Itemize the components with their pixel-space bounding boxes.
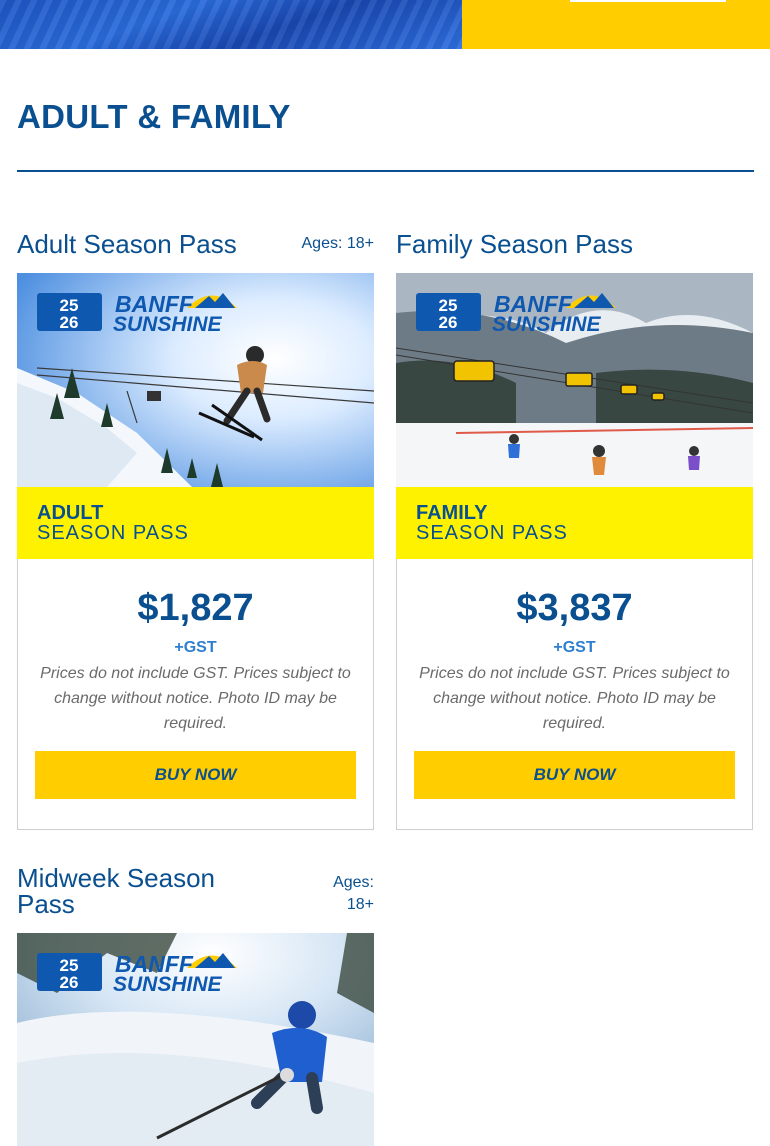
adult-pass-card: $1,827 +GST Prices do not include GST. P… xyxy=(17,559,374,830)
card-title-adult[interactable]: Adult Season Pass xyxy=(17,231,237,257)
adult-pass-image[interactable]: 25 26 BANFF SUNSHINE xyxy=(17,273,374,487)
banff-sunshine-logo: 25 26 BANFF SUNSHINE xyxy=(416,291,616,336)
price-disclaimer: Prices do not include GST. Prices subjec… xyxy=(40,665,351,732)
svg-text:26: 26 xyxy=(439,313,458,332)
banff-sunshine-logo: 25 26 BANFF SUNSHINE xyxy=(37,291,237,336)
card-title-midweek[interactable]: Midweek Season Pass xyxy=(17,865,277,917)
family-pass-image[interactable]: 25 26 BANFF SUNSHINE xyxy=(396,273,753,487)
svg-text:SUNSHINE: SUNSHINE xyxy=(492,313,602,336)
adult-pass-banner: ADULT SEASON PASS xyxy=(17,487,374,559)
ages-label-line1: Ages: xyxy=(333,874,374,891)
buy-now-button-adult[interactable]: BUY NOW xyxy=(35,751,356,799)
svg-text:26: 26 xyxy=(60,973,79,992)
midweek-pass-image[interactable]: 25 26 BANFF SUNSHINE xyxy=(17,933,374,1146)
banff-sunshine-logo: 25 26 BANFF SUNSHINE xyxy=(37,951,237,996)
card-title-family[interactable]: Family Season Pass xyxy=(396,231,633,257)
banner-pass-label: SEASON PASS xyxy=(37,522,189,544)
section-title: ADULT & FAMILY xyxy=(17,98,291,135)
buy-now-button-family[interactable]: BUY NOW xyxy=(414,751,735,799)
ages-label-line2: 18+ xyxy=(346,896,374,913)
price-disclaimer: Prices do not include GST. Prices subjec… xyxy=(419,665,730,732)
hero-image-strip xyxy=(0,0,462,49)
price-value: $3,837 xyxy=(516,587,633,629)
ages-label-adult: Ages: 18+ xyxy=(301,235,375,252)
hero-yellow-panel xyxy=(462,0,770,49)
svg-text:SUNSHINE: SUNSHINE xyxy=(113,313,223,336)
tax-label: +GST xyxy=(553,639,596,656)
price-value: $1,827 xyxy=(137,587,254,629)
tax-label: +GST xyxy=(174,639,217,656)
banner-pass-label: SEASON PASS xyxy=(416,522,568,544)
svg-text:SUNSHINE: SUNSHINE xyxy=(113,973,223,996)
family-pass-banner: FAMILY SEASON PASS xyxy=(396,487,753,559)
svg-text:26: 26 xyxy=(60,313,79,332)
ages-label-midweek: Ages: 18+ xyxy=(333,872,374,916)
section-divider xyxy=(17,170,754,172)
banner-type-label: ADULT xyxy=(37,502,104,524)
banner-type-label: FAMILY xyxy=(416,502,488,524)
hero-underline xyxy=(570,0,726,2)
family-pass-card: $3,837 +GST Prices do not include GST. P… xyxy=(396,559,753,830)
